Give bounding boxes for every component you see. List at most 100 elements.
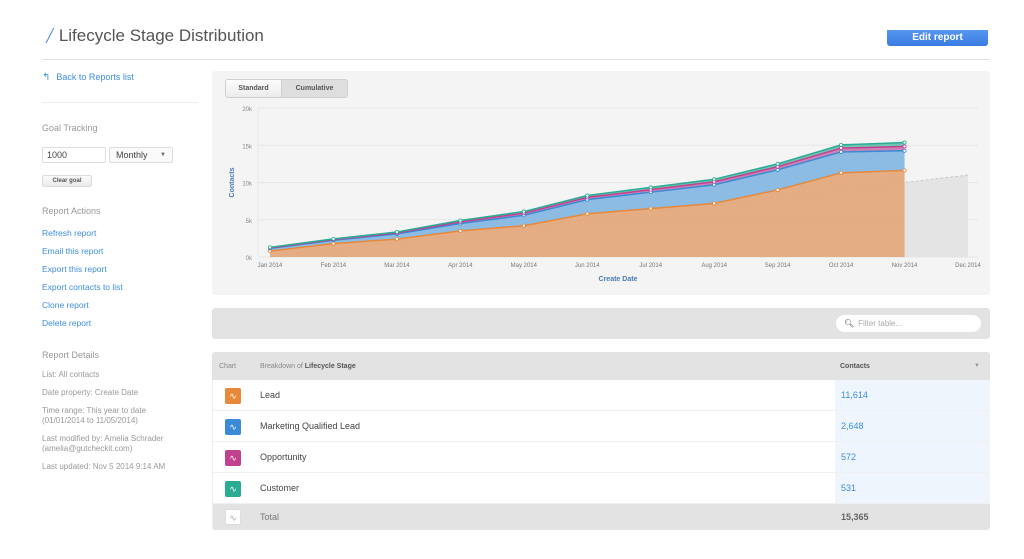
x-tick-label: Jul 2014: [639, 263, 662, 269]
x-tick-label: May 2014: [511, 263, 538, 269]
detail-list: List: All contacts: [42, 370, 100, 379]
page-title: ╱ Lifecycle Stage Distribution: [46, 26, 264, 46]
data-point: [775, 167, 780, 172]
total-cell: 15,365: [835, 504, 990, 530]
email-report-link[interactable]: Email this report: [42, 246, 123, 264]
data-point: [902, 168, 907, 173]
detail-last-modified: Last modified by: Amelia Schrader (ameli…: [42, 434, 212, 454]
x-axis-label: Create Date: [599, 276, 638, 283]
row-label: Marketing Qualified Lead: [260, 421, 361, 431]
search-icon: 🔍︎: [844, 319, 855, 328]
row-value[interactable]: 11,614: [841, 390, 868, 400]
total-label: Total: [260, 512, 280, 522]
pulse-icon[interactable]: ∿: [225, 450, 241, 466]
y-tick-label: 15k: [242, 144, 253, 150]
table-row: ∿ Opportunity 572: [212, 442, 990, 473]
time-range-text: Time range: This year to date: [42, 406, 147, 415]
pulse-icon[interactable]: ∿: [225, 481, 241, 497]
clone-report-link[interactable]: Clone report: [42, 300, 123, 318]
x-tick-label: Dec 2014: [955, 263, 981, 269]
row-value[interactable]: 572: [841, 452, 856, 462]
goal-tracking-label: Goal Tracking: [42, 123, 98, 133]
breakdown-table: Chart Breakdown of Lifecycle Stage Conta…: [212, 352, 990, 530]
x-tick-label: Aug 2014: [701, 263, 727, 269]
breakdown-field: Lifecycle Stage: [304, 362, 356, 370]
report-actions-list: Refresh report Email this report Export …: [42, 228, 123, 336]
pulse-icon[interactable]: ∿: [225, 388, 241, 404]
breakdown-prefix: Breakdown of: [260, 362, 303, 370]
data-point: [775, 161, 780, 166]
edit-report-button[interactable]: Edit report: [887, 30, 988, 46]
export-report-link[interactable]: Export this report: [42, 264, 123, 282]
y-tick-label: 10k: [242, 182, 253, 188]
goal-value-input[interactable]: [42, 147, 106, 163]
detail-time-range: Time range: This year to date (01/01/201…: [42, 406, 212, 426]
row-value[interactable]: 2,648: [841, 421, 864, 431]
back-arrow-icon: ↰: [42, 71, 51, 83]
sort-caret-icon[interactable]: ▼: [974, 363, 980, 369]
data-point: [839, 170, 844, 175]
filter-table-input[interactable]: 🔍︎ Filter table...: [836, 315, 981, 332]
data-point: [712, 201, 717, 206]
back-to-reports-link[interactable]: ↰ Back to Reports list: [42, 70, 198, 84]
time-range-dates: (01/01/2014 to 11/05/2014): [42, 416, 138, 425]
table-row: ∿ Customer 531: [212, 473, 990, 504]
data-point: [712, 177, 717, 182]
sidebar: ↰ Back to Reports list Goal Tracking Mon…: [42, 70, 198, 471]
pencil-icon[interactable]: ╱: [46, 28, 54, 44]
clear-goal-button[interactable]: Clear goal: [42, 175, 92, 187]
header-chart: Chart: [219, 362, 237, 370]
data-point: [585, 193, 590, 198]
data-point: [775, 187, 780, 192]
row-value[interactable]: 531: [841, 483, 856, 493]
modified-by-text: Last modified by: Amelia Schrader: [42, 434, 164, 443]
x-tick-label: Oct 2014: [829, 263, 854, 269]
x-tick-label: Sep 2014: [765, 263, 791, 269]
data-point: [648, 206, 653, 211]
delete-report-link[interactable]: Delete report: [42, 318, 123, 336]
x-tick-label: Jan 2014: [258, 263, 283, 269]
goal-row: Monthly ▼: [42, 147, 173, 163]
lifecycle-area-chart: 0k 5k 10k 15k 20k Contacts Jan 2014 Feb 2014 Mar…: [229, 107, 982, 283]
data-point: [902, 144, 907, 149]
x-tick-label: Mar 2014: [384, 263, 410, 269]
table-row: ∿ Lead 11,614: [212, 380, 990, 411]
x-tick-label: Jun 2014: [575, 263, 600, 269]
filter-bar: 🔍︎ Filter table...: [212, 308, 990, 339]
x-tick-label: Nov 2014: [892, 263, 918, 269]
header-breakdown: Breakdown of Lifecycle Stage: [260, 363, 356, 370]
back-link-label: Back to Reports list: [56, 72, 134, 82]
data-point: [331, 241, 336, 246]
data-point: [839, 149, 844, 154]
table-body: ∿ Lead 11,614 ∿ Marketing Qualified Lead 2,64…: [212, 380, 990, 504]
data-point: [521, 223, 526, 228]
table-row-total: ∿ Total 15,365: [212, 504, 990, 530]
chart-panel: Standard Cumulative 0k 5k 10k 15k 20k Contact…: [212, 71, 990, 295]
data-point: [839, 142, 844, 147]
row-label: Opportunity: [260, 452, 307, 462]
refresh-report-link[interactable]: Refresh report: [42, 228, 123, 246]
page-header: ╱ Lifecycle Stage Distribution Edit repo…: [42, 22, 990, 60]
table-row: ∿ Marketing Qualified Lead 2,648: [212, 411, 990, 442]
data-point: [902, 148, 907, 153]
export-contacts-link[interactable]: Export contacts to list: [42, 282, 123, 300]
header-contacts[interactable]: Contacts: [840, 363, 870, 370]
x-tick-label: Feb 2014: [321, 263, 347, 269]
table-header: Chart Breakdown of Lifecycle Stage Conta…: [212, 352, 990, 380]
row-label: Lead: [260, 390, 281, 400]
detail-last-updated: Last updated: Nov 5 2014 9:14 AM: [42, 462, 166, 471]
y-tick-label: 20k: [242, 107, 253, 113]
pulse-icon[interactable]: ∿: [225, 509, 241, 525]
filter-placeholder: Filter table...: [858, 319, 903, 328]
report-details-label: Report Details: [42, 350, 100, 360]
row-label: Customer: [260, 483, 300, 493]
data-point: [585, 211, 590, 216]
contacts-cell: 11,614: [835, 380, 990, 410]
data-point: [902, 140, 907, 145]
pulse-icon[interactable]: ∿: [225, 419, 241, 435]
data-point: [521, 209, 526, 214]
goal-period-select[interactable]: Monthly ▼: [109, 147, 173, 163]
data-point: [648, 185, 653, 190]
report-title[interactable]: Lifecycle Stage Distribution: [59, 26, 264, 46]
total-value: 15,365: [841, 512, 869, 522]
